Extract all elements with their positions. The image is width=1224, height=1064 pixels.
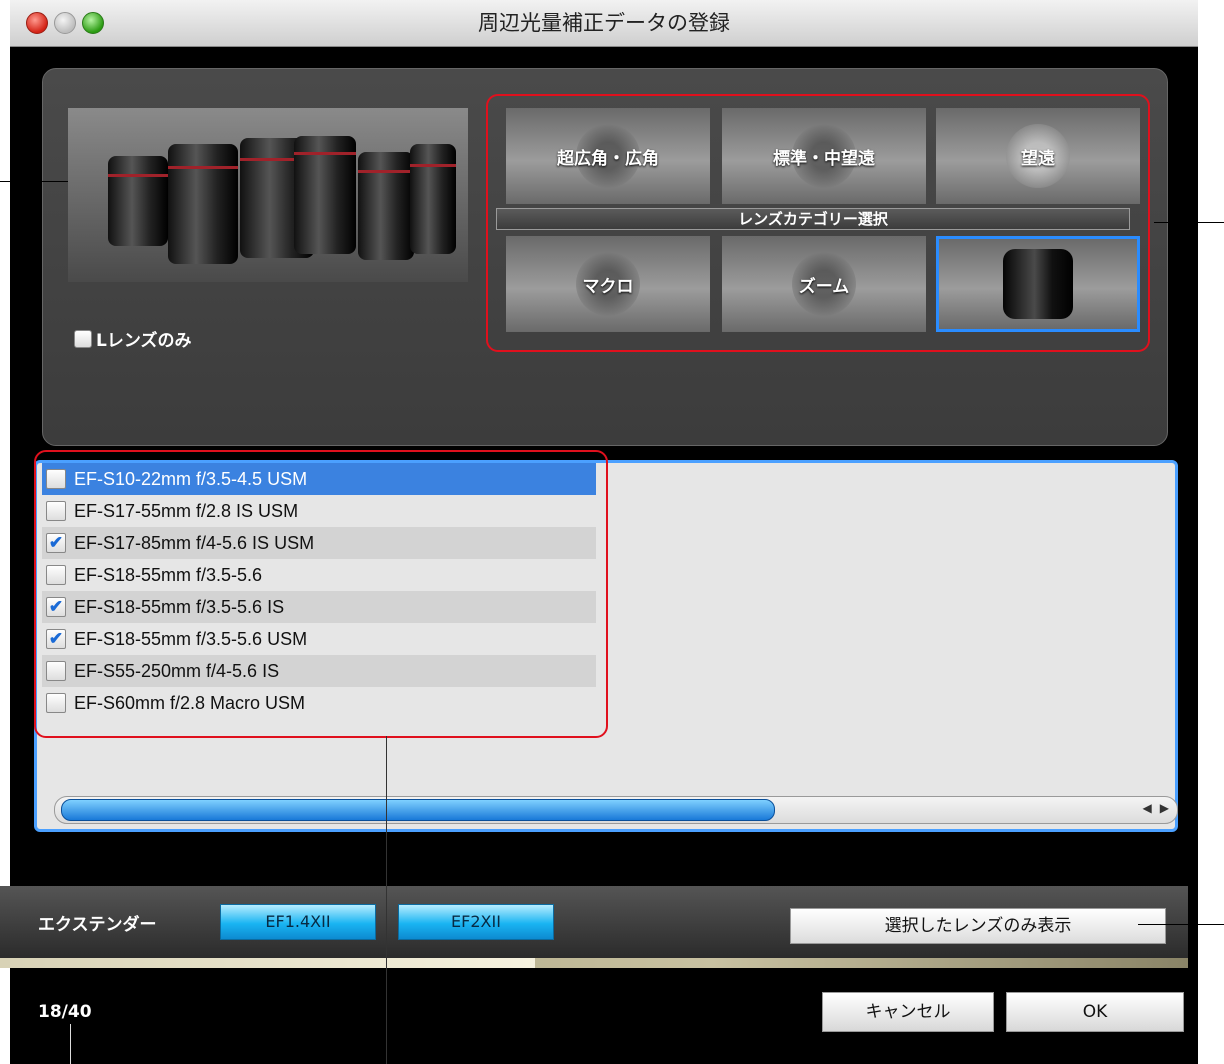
category-zoom-button[interactable]: ズーム	[722, 236, 926, 332]
category-macro-button[interactable]: マクロ	[506, 236, 710, 332]
window-title: 周辺光量補正データの登録	[478, 11, 730, 35]
lens-list-group	[34, 450, 608, 738]
category-label: 標準・中望遠	[773, 148, 875, 169]
category-ultra-wide-wide-button[interactable]: 超広角・広角	[506, 108, 710, 204]
l-lens-only-checkbox[interactable]	[74, 329, 92, 348]
extender-label: エクステンダー	[38, 915, 157, 935]
selection-count: 18/40	[38, 1002, 92, 1022]
category-standard-medium-tele-button[interactable]: 標準・中望遠	[722, 108, 926, 204]
callout-line-categories	[1154, 222, 1224, 223]
title-bar[interactable]: 周辺光量補正データの登録	[10, 0, 1198, 47]
category-telephoto-button[interactable]: 望遠	[936, 108, 1140, 204]
category-label: 望遠	[1021, 148, 1055, 169]
scroll-arrows: ◀ ▶	[1143, 801, 1169, 815]
category-label: 超広角・広角	[557, 148, 659, 169]
callout-line-count	[70, 1024, 71, 1064]
scroll-right-icon[interactable]: ▶	[1160, 801, 1169, 815]
category-label: ズーム	[798, 276, 850, 297]
lens-lineup-image	[68, 108, 468, 282]
ok-button[interactable]: OK	[1006, 992, 1184, 1032]
category-label: マクロ	[582, 276, 634, 297]
l-lens-only-filter[interactable]: Lレンズのみ	[74, 326, 192, 351]
scrollbar-thumb[interactable]	[61, 799, 775, 821]
progress-fill	[0, 958, 535, 968]
category-ef-s-button[interactable]	[936, 236, 1140, 332]
progress-bar	[0, 958, 1188, 968]
l-lens-only-label: Lレンズのみ	[96, 331, 192, 351]
ef-s-lens-icon	[1003, 249, 1073, 319]
horizontal-scrollbar[interactable]: ◀ ▶	[54, 796, 1178, 824]
category-group-title: レンズカテゴリー選択	[496, 208, 1130, 230]
cancel-button[interactable]: キャンセル	[822, 992, 994, 1032]
extender-2x-button[interactable]: EF2XII	[398, 904, 554, 940]
callout-line-show-selected	[1138, 924, 1224, 925]
callout-line-image	[0, 181, 68, 182]
callout-line-list	[386, 736, 387, 1064]
extender-1-4x-button[interactable]: EF1.4XII	[220, 904, 376, 940]
show-selected-lenses-button[interactable]: 選択したレンズのみ表示	[790, 908, 1166, 944]
scroll-left-icon[interactable]: ◀	[1143, 801, 1152, 815]
